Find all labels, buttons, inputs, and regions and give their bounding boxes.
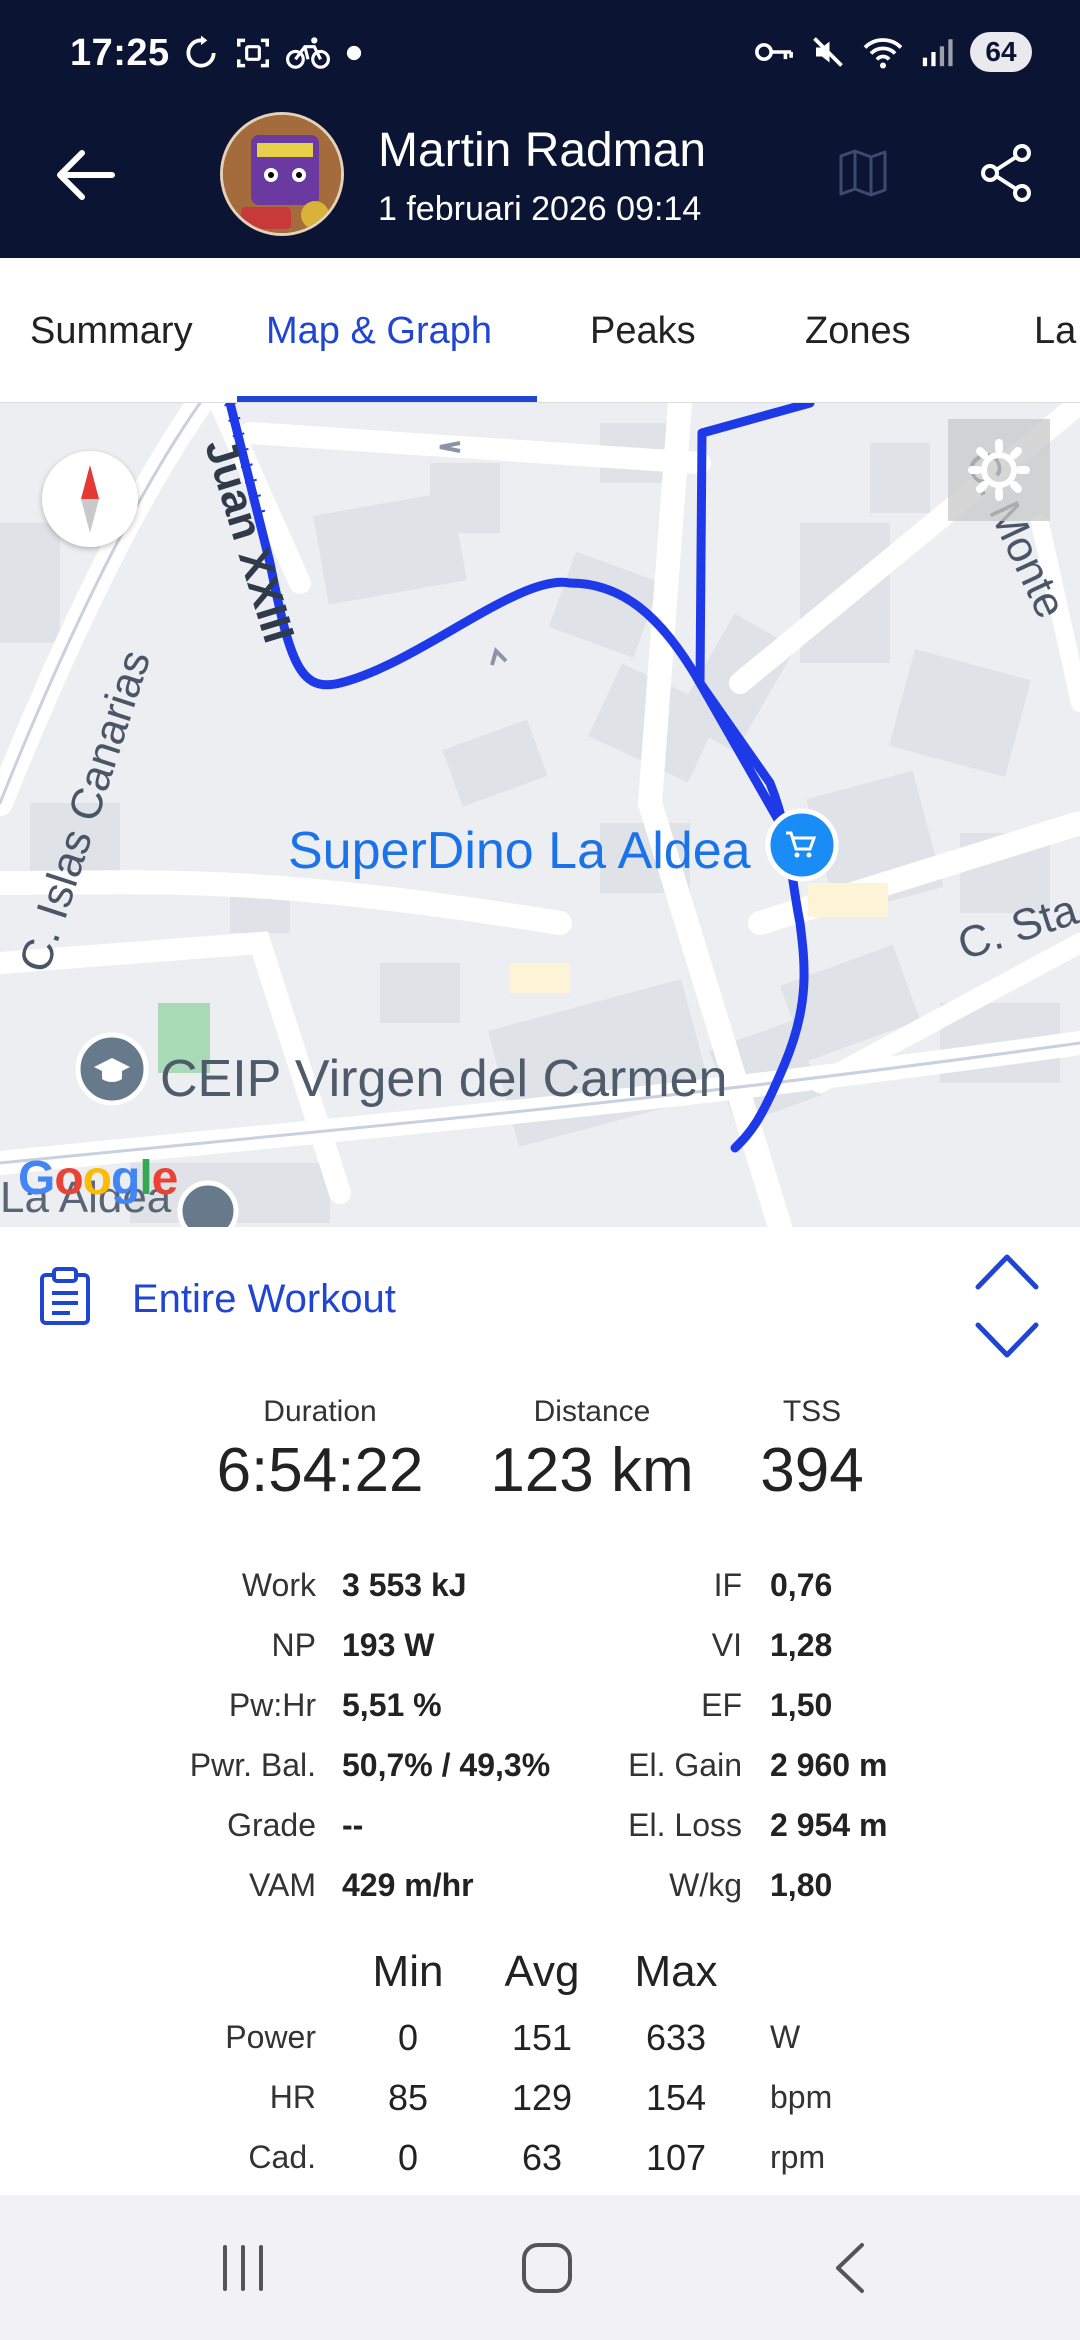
metric-if-value: 0,76	[770, 1567, 833, 1603]
metric-pwr-bal-label: Pwr. Bal.	[189, 1747, 316, 1783]
minmax-power-avg: 151	[511, 2017, 573, 2058]
stat-tss-value: 394	[760, 1436, 864, 1505]
metric-el-gain-label: El. Gain	[628, 1747, 742, 1783]
route-map[interactable]: Juan XXIII C. Islas Canarias C. Monte C.…	[0, 403, 1080, 1227]
minmax-cad-min: 0	[397, 2137, 419, 2178]
key-icon	[755, 43, 793, 61]
battery-indicator: 64	[970, 32, 1032, 72]
metric-pwhr-label: Pw:Hr	[228, 1687, 316, 1723]
recent-apps-icon[interactable]	[183, 2195, 303, 2340]
tab-bar: Summary Map & Graph Peaks Zones La	[0, 258, 1080, 403]
share-icon[interactable]	[978, 143, 1034, 203]
poi-label-store[interactable]: SuperDino La Aldea	[288, 821, 751, 881]
stat-duration-label: Duration	[263, 1395, 377, 1428]
minmax-cad-label: Cad.	[248, 2139, 316, 2175]
dot-icon	[346, 45, 362, 61]
tab-zones[interactable]: Zones	[805, 310, 911, 353]
cycling-icon	[286, 37, 330, 69]
compass-icon	[81, 465, 99, 533]
metric-grade-value: --	[342, 1807, 364, 1843]
signal-icon	[922, 39, 953, 67]
chevron-up-icon[interactable]	[974, 1249, 1040, 1293]
minmax-power-max: 633	[645, 2017, 707, 2058]
sync-icon	[186, 35, 216, 68]
metric-el-loss-value: 2 954 m	[770, 1807, 888, 1843]
stat-distance: Distance 123 km	[472, 1395, 712, 1506]
tab-map-graph[interactable]: Map & Graph	[266, 310, 492, 353]
screenshot-icon	[237, 38, 269, 68]
status-bar: 17:25 64	[0, 0, 1080, 110]
metric-grade-label: Grade	[227, 1807, 316, 1843]
map-icon[interactable]	[838, 148, 888, 198]
status-system-icons: 64	[754, 32, 1032, 72]
tab-summary[interactable]: Summary	[30, 310, 193, 353]
metric-if-label: IF	[713, 1567, 742, 1603]
metric-pwr-bal-value: 50,7% / 49,3%	[342, 1747, 551, 1783]
metric-work-value: 3 553 kJ	[342, 1567, 467, 1603]
active-tab-indicator	[237, 396, 537, 402]
chevron-down-icon[interactable]	[974, 1319, 1040, 1363]
gear-icon	[968, 439, 1030, 501]
minmax-hr-max: 154	[645, 2077, 707, 2118]
avatar-image	[223, 115, 341, 233]
metric-vam-label: VAM	[249, 1867, 316, 1903]
back-arrow-icon[interactable]	[50, 145, 120, 205]
minmax-header-avg: Avg	[504, 1947, 580, 1996]
metric-wkg-label: W/kg	[669, 1867, 742, 1903]
minmax-header-max: Max	[634, 1947, 718, 1996]
google-attribution: Google	[18, 1152, 178, 1205]
system-back-icon[interactable]	[790, 2195, 910, 2340]
metric-work-label: Work	[241, 1567, 316, 1603]
stat-distance-label: Distance	[533, 1395, 651, 1428]
metric-np-label: NP	[271, 1627, 316, 1663]
metric-el-gain-value: 2 960 m	[770, 1747, 888, 1783]
minmax-cad-unit: rpm	[770, 2139, 826, 2175]
minmax-power-unit: W	[770, 2019, 801, 2055]
stat-tss: TSS 394	[722, 1395, 902, 1506]
status-time: 17:25	[70, 32, 170, 74]
minmax-cad-max: 107	[645, 2137, 707, 2178]
poi-label-school[interactable]: CEIP Virgen del Carmen	[160, 1049, 727, 1109]
app-header: 17:25 64 Martin Radman 1 februari 2026 0…	[0, 0, 1080, 258]
home-icon[interactable]	[486, 2195, 606, 2340]
compass-button[interactable]	[42, 451, 138, 547]
system-nav-bar	[0, 2195, 1080, 2340]
status-notification-icons	[182, 34, 364, 72]
wifi-icon	[863, 38, 903, 69]
minmax-power-min: 0	[397, 2017, 419, 2058]
range-selector[interactable]: Entire Workout	[132, 1277, 396, 1322]
metric-ef-value: 1,50	[770, 1687, 833, 1723]
clipboard-icon[interactable]	[38, 1267, 92, 1327]
activity-datetime: 1 februari 2026 09:14	[378, 190, 702, 228]
minmax-cad-avg: 63	[521, 2137, 563, 2178]
minmax-header-min: Min	[372, 1947, 444, 1996]
metric-vi-value: 1,28	[770, 1627, 833, 1663]
metric-vi-label: VI	[711, 1627, 742, 1663]
metric-pwhr-value: 5,51 %	[342, 1687, 442, 1723]
minmax-hr-label: HR	[269, 2079, 316, 2115]
metric-np-value: 193 W	[342, 1627, 435, 1663]
minmax-power-label: Power	[225, 2019, 316, 2055]
workout-summary-panel: Entire Workout Duration 6:54:22 Distance…	[0, 1227, 1080, 2195]
store-pin-icon[interactable]	[765, 808, 839, 882]
metric-el-loss-label: El. Loss	[628, 1807, 742, 1843]
tab-laps[interactable]: La	[1034, 310, 1076, 353]
athlete-name: Martin Radman	[378, 124, 707, 177]
stat-duration: Duration 6:54:22	[190, 1395, 450, 1506]
school-pin-icon[interactable]	[75, 1032, 149, 1106]
athlete-avatar[interactable]	[220, 112, 344, 236]
stat-tss-label: TSS	[782, 1395, 842, 1428]
minmax-hr-unit: bpm	[770, 2079, 833, 2115]
stat-duration-value: 6:54:22	[216, 1436, 424, 1505]
stat-distance-value: 123 km	[490, 1436, 694, 1505]
tab-peaks[interactable]: Peaks	[590, 310, 696, 353]
metric-ef-label: EF	[701, 1687, 742, 1723]
minmax-hr-avg: 129	[511, 2077, 573, 2118]
metric-wkg-value: 1,80	[770, 1867, 833, 1903]
minmax-hr-min: 85	[387, 2077, 429, 2118]
mute-icon	[813, 37, 843, 67]
metric-vam-value: 429 m/hr	[342, 1867, 474, 1903]
map-settings-button[interactable]	[948, 419, 1050, 521]
